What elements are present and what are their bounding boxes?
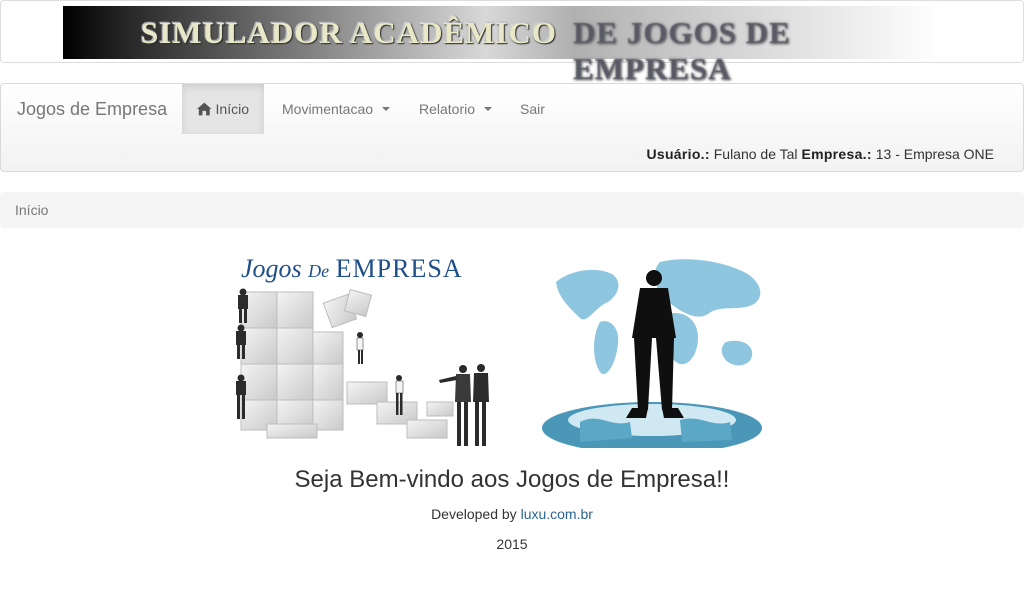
company-value: 13 - Empresa ONE <box>875 146 994 162</box>
puzzle-illustration <box>236 288 489 446</box>
nav-item-inicio[interactable]: Início <box>182 84 264 134</box>
breadcrumb-current: Início <box>15 202 49 218</box>
welcome-heading: Seja Bem-vindo aos Jogos de Empresa!! <box>294 466 730 493</box>
banner-text-1: SIMULADOR ACADÊMICO <box>141 15 557 50</box>
nav-item-relatorio[interactable]: Relatorio <box>419 84 493 134</box>
navbar-brand[interactable]: Jogos de Empresa <box>17 99 167 120</box>
developed-prefix: Developed by <box>431 506 517 522</box>
nav-item-sair-label: Sair <box>520 101 545 117</box>
nav-item-relatorio-label: Relatorio <box>419 101 476 117</box>
footer-year: 2015 <box>496 536 528 552</box>
chevron-down-icon <box>479 84 493 134</box>
navbar: Jogos de Empresa Início Movimentacao Rel… <box>0 83 1024 172</box>
nav-item-movimentacao-label: Movimentacao <box>282 101 374 117</box>
developed-by: Developed by luxu.com.br <box>0 506 1024 522</box>
hero-puzzle-image: Jogos De EMPRESA <box>227 252 502 448</box>
chevron-down-icon <box>377 84 391 134</box>
breadcrumb: Início <box>0 192 1024 228</box>
developer-link[interactable]: luxu.com.br <box>521 506 593 522</box>
banner-text-2: DE JOGOS DE EMPRESA <box>573 15 791 86</box>
nav-item-movimentacao[interactable]: Movimentacao <box>282 84 391 134</box>
user-value: Fulano de Tal <box>713 146 798 162</box>
home-icon <box>197 102 212 116</box>
nav-item-inicio-label: Início <box>215 101 249 117</box>
banner-image: SIMULADOR ACADÊMICO DE JOGOS DE EMPRESA <box>63 6 943 86</box>
top-banner: SIMULADOR ACADÊMICO DE JOGOS DE EMPRESA <box>0 0 1024 86</box>
company-label: Empresa.: <box>801 146 872 162</box>
nav-item-sair[interactable]: Sair <box>520 84 545 134</box>
user-info: Usuário.: Fulano de Tal Empresa.: 13 - E… <box>646 146 994 162</box>
world-map-illustration <box>542 259 762 454</box>
user-label: Usuário.: <box>646 146 710 162</box>
hero-map-image <box>540 252 778 454</box>
